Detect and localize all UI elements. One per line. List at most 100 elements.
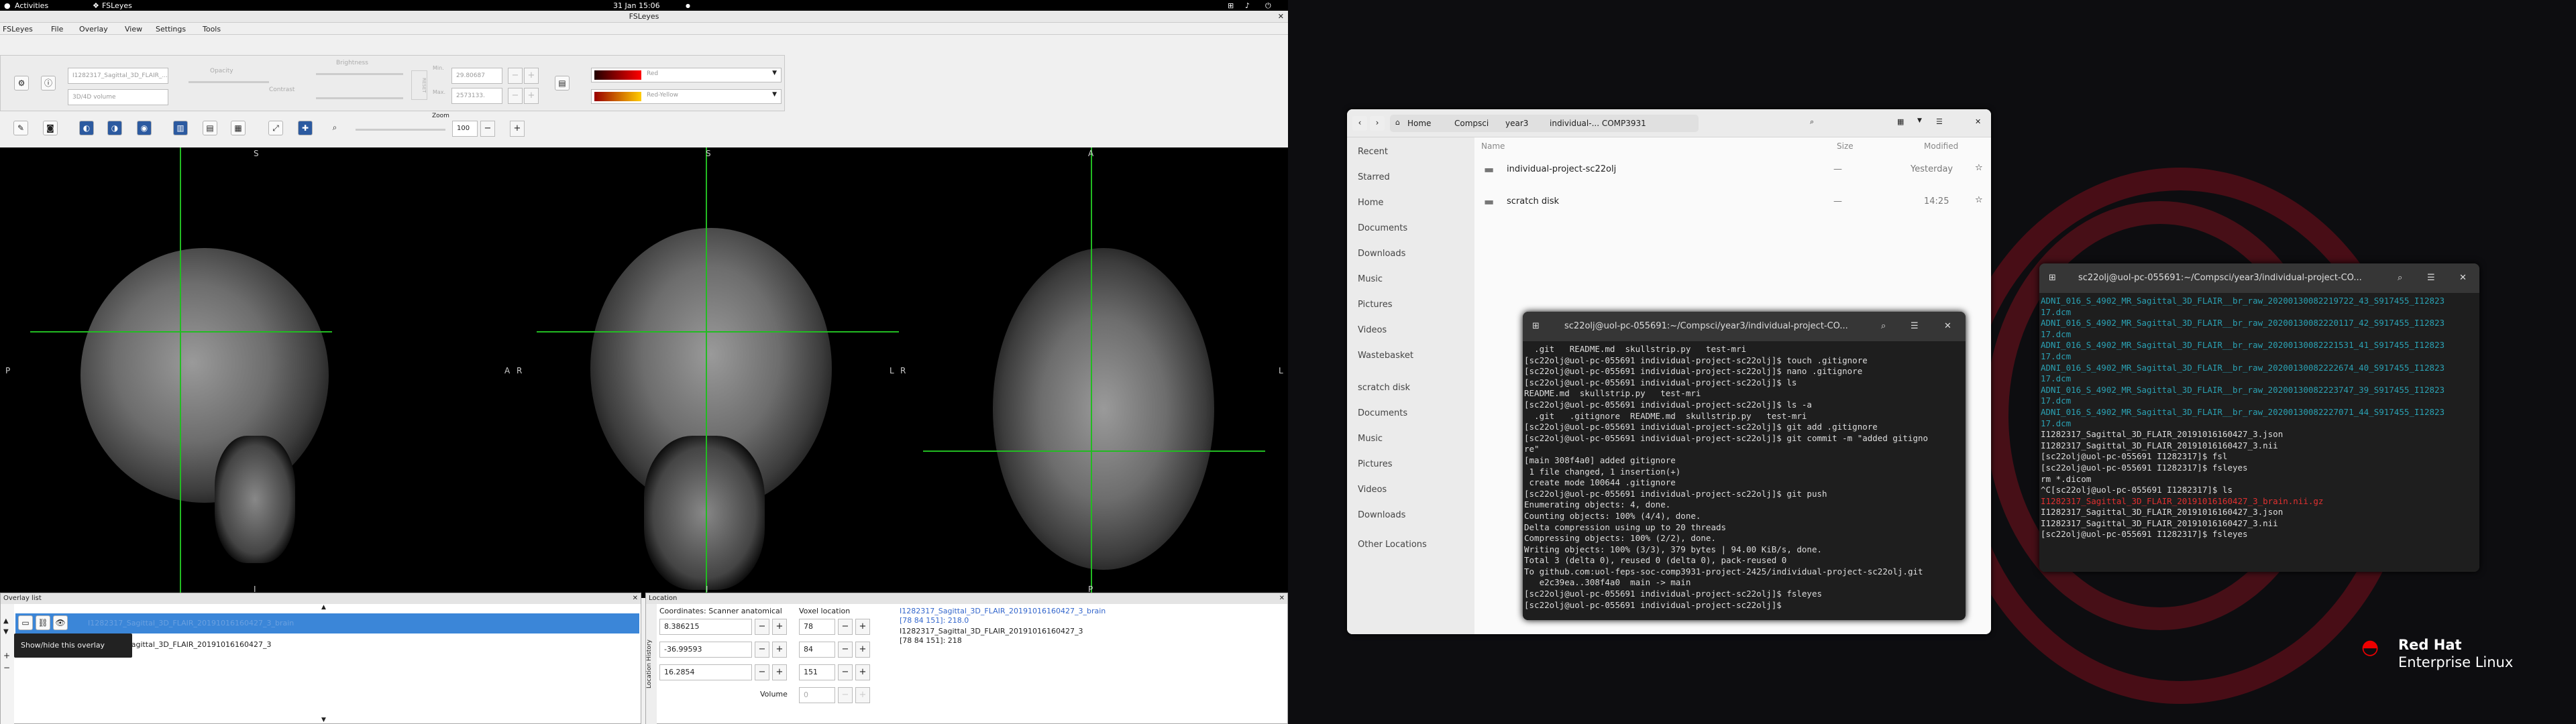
power-icon[interactable]: ⏻ <box>1265 1 1271 11</box>
wrench-icon[interactable]: ✎ <box>13 121 28 135</box>
clock[interactable]: 31 Jan 15:06 <box>613 1 660 10</box>
column-name[interactable]: Name <box>1481 141 1505 151</box>
column-size[interactable]: Size <box>1837 141 1854 151</box>
sidebar-item-wastebasket[interactable]: Wastebasket <box>1358 351 1413 361</box>
view-grid-icon[interactable]: ▦ <box>1897 117 1904 126</box>
zoom-field[interactable]: 100 <box>452 121 478 137</box>
sidebar-item-starred[interactable]: Starred <box>1358 172 1390 182</box>
file-row[interactable]: ▬ scratch disk — 14:25 ☆ <box>1481 187 1991 218</box>
axial-toggle-icon[interactable]: ◉ <box>137 121 152 135</box>
column-modified[interactable]: Modified <box>1924 141 1958 151</box>
remove-overlay-icon[interactable]: − <box>3 663 10 672</box>
min-field[interactable]: 29.80687 <box>451 68 502 84</box>
zoom-slider[interactable] <box>356 129 445 131</box>
coord-y-decrease[interactable]: − <box>755 642 769 658</box>
back-icon[interactable]: ‹ <box>1352 116 1367 131</box>
voxel-z-field[interactable]: 151 <box>799 664 835 680</box>
move-down-icon[interactable]: ▼ <box>3 628 9 636</box>
sidebar-item-downloads-2[interactable]: Downloads <box>1358 510 1405 520</box>
sidebar-item-other-locations[interactable]: Other Locations <box>1358 540 1427 550</box>
sidebar-item-music[interactable]: Music <box>1358 274 1383 284</box>
volume-icon[interactable]: ♪ <box>1245 1 1250 10</box>
zoom-icon[interactable]: ⌕ <box>327 121 342 135</box>
add-overlay-icon[interactable]: + <box>3 651 10 660</box>
network-icon[interactable]: ⊞ <box>1228 1 1234 10</box>
volume-increase[interactable]: + <box>855 687 870 703</box>
info-icon[interactable]: ⓘ <box>41 76 56 90</box>
location-tab[interactable]: Location History <box>646 604 657 724</box>
voxel-x-field[interactable]: 78 <box>799 619 835 635</box>
coord-x-decrease[interactable]: − <box>755 619 769 635</box>
coord-z-field[interactable]: 16.2854 <box>659 664 752 680</box>
reset-zoom-icon[interactable]: ⤢ <box>268 121 283 135</box>
reset-button[interactable]: RESET <box>411 70 427 100</box>
terminal-output[interactable]: ADNI_016_S_4902_MR_Sagittal_3D_FLAIR__br… <box>2039 293 2479 572</box>
scroll-up-icon[interactable]: ▲ <box>321 604 326 611</box>
forward-icon[interactable]: › <box>1370 116 1385 131</box>
menu-icon[interactable]: ☰ <box>2427 263 2435 293</box>
horizontal-layout-icon[interactable]: ▥ <box>173 121 188 135</box>
sidebar-item-music-2[interactable]: Music <box>1358 434 1383 444</box>
menu-tools[interactable]: Tools <box>203 25 221 34</box>
coord-z-decrease[interactable]: − <box>755 664 769 680</box>
opacity-slider[interactable] <box>189 81 269 83</box>
cursor-crosshair-icon[interactable]: ✚ <box>298 121 313 135</box>
sidebar-item-pictures-2[interactable]: Pictures <box>1358 459 1392 469</box>
menu-fsleyes[interactable]: FSLeyes <box>3 25 33 34</box>
overlay-name-field[interactable]: I1282317_Sagittal_3D_FLAIR_... <box>68 68 168 84</box>
zoom-out-button[interactable]: − <box>480 121 495 137</box>
terminal-window-1[interactable]: ⊞ sc22olj@uol-pc-055691:~/Compsci/year3/… <box>1523 312 1966 620</box>
new-tab-icon[interactable]: ⊞ <box>1532 312 1540 341</box>
overlay-list-item-selected[interactable]: ▭ ⛓ 👁 I1282317_Sagittal_3D_FLAIR_2019101… <box>15 613 639 634</box>
file-row[interactable]: ▬ individual-project-sc22olj — Yesterday… <box>1481 155 1991 186</box>
cmap-select[interactable]: Red ▼ <box>591 68 782 82</box>
terminal-output[interactable]: .git README.md skullstrip.py test-mri [sc… <box>1523 341 1966 620</box>
save-overlay-icon[interactable]: ▭ <box>18 615 33 630</box>
chevron-down-icon[interactable]: ▼ <box>1917 117 1922 124</box>
sidebar-item-videos[interactable]: Videos <box>1358 325 1387 335</box>
move-up-icon[interactable]: ▲ <box>3 617 9 625</box>
sidebar-item-documents[interactable]: Documents <box>1358 223 1407 233</box>
terminal-window-2[interactable]: ⊞ sc22olj@uol-pc-055691:~/Compsci/year3/… <box>2039 263 2479 572</box>
menu-settings[interactable]: Settings <box>156 25 186 34</box>
menu-icon[interactable]: ☰ <box>1936 117 1943 126</box>
voxel-y-decrease[interactable]: − <box>838 642 853 658</box>
close-icon[interactable]: ✕ <box>1944 312 1951 341</box>
search-icon[interactable]: ⌕ <box>2398 263 2402 293</box>
zoom-in-button[interactable]: + <box>510 121 525 137</box>
max-field[interactable]: 2573133. <box>451 88 502 104</box>
voxel-y-increase[interactable]: + <box>855 642 870 658</box>
neg-cmap-select[interactable]: Red-Yellow ▼ <box>591 89 782 104</box>
menu-overlay[interactable]: Overlay <box>79 25 108 34</box>
camera-icon[interactable]: ◙ <box>43 121 58 135</box>
path-compsci[interactable]: Compsci <box>1454 119 1489 128</box>
link-overlay-icon[interactable]: ⛓ <box>36 615 50 630</box>
star-icon[interactable]: ☆ <box>1975 163 1983 173</box>
overlay-type-select[interactable]: 3D/4D volume <box>68 89 168 105</box>
sidebar-item-home[interactable]: Home <box>1358 198 1383 208</box>
close-icon[interactable]: ✕ <box>1279 593 1285 604</box>
path-year3[interactable]: year3 <box>1505 119 1528 128</box>
coord-x-field[interactable]: 8.386215 <box>659 619 752 635</box>
sidebar-item-recent[interactable]: Recent <box>1358 147 1388 157</box>
brightness-slider[interactable] <box>316 73 403 75</box>
sagittal-toggle-icon[interactable]: ◐ <box>79 121 94 135</box>
voxel-x-increase[interactable]: + <box>855 619 870 635</box>
contrast-slider[interactable] <box>316 97 403 99</box>
search-icon[interactable]: ⌕ <box>1881 312 1886 341</box>
voxel-y-field[interactable]: 84 <box>799 642 835 658</box>
grid-layout-icon[interactable]: ▦ <box>231 121 246 135</box>
voxel-z-decrease[interactable]: − <box>838 664 853 680</box>
scroll-down-icon[interactable]: ▼ <box>321 717 326 723</box>
new-tab-icon[interactable]: ⊞ <box>2049 263 2056 293</box>
close-icon[interactable]: ✕ <box>2459 263 2467 293</box>
axial-brain-image[interactable] <box>993 248 1214 570</box>
colourbar-icon[interactable]: ▤ <box>555 76 570 90</box>
volume-field[interactable]: 0 <box>799 687 835 703</box>
eye-icon[interactable]: 👁 <box>53 615 68 630</box>
overlay-settings-icon[interactable]: ⚙ <box>14 76 29 90</box>
coord-z-increase[interactable]: + <box>772 664 787 680</box>
coronal-toggle-icon[interactable]: ◑ <box>107 121 122 135</box>
max-decrease-button[interactable]: − <box>508 88 523 104</box>
sidebar-item-scratch-disk[interactable]: scratch disk <box>1358 383 1410 393</box>
